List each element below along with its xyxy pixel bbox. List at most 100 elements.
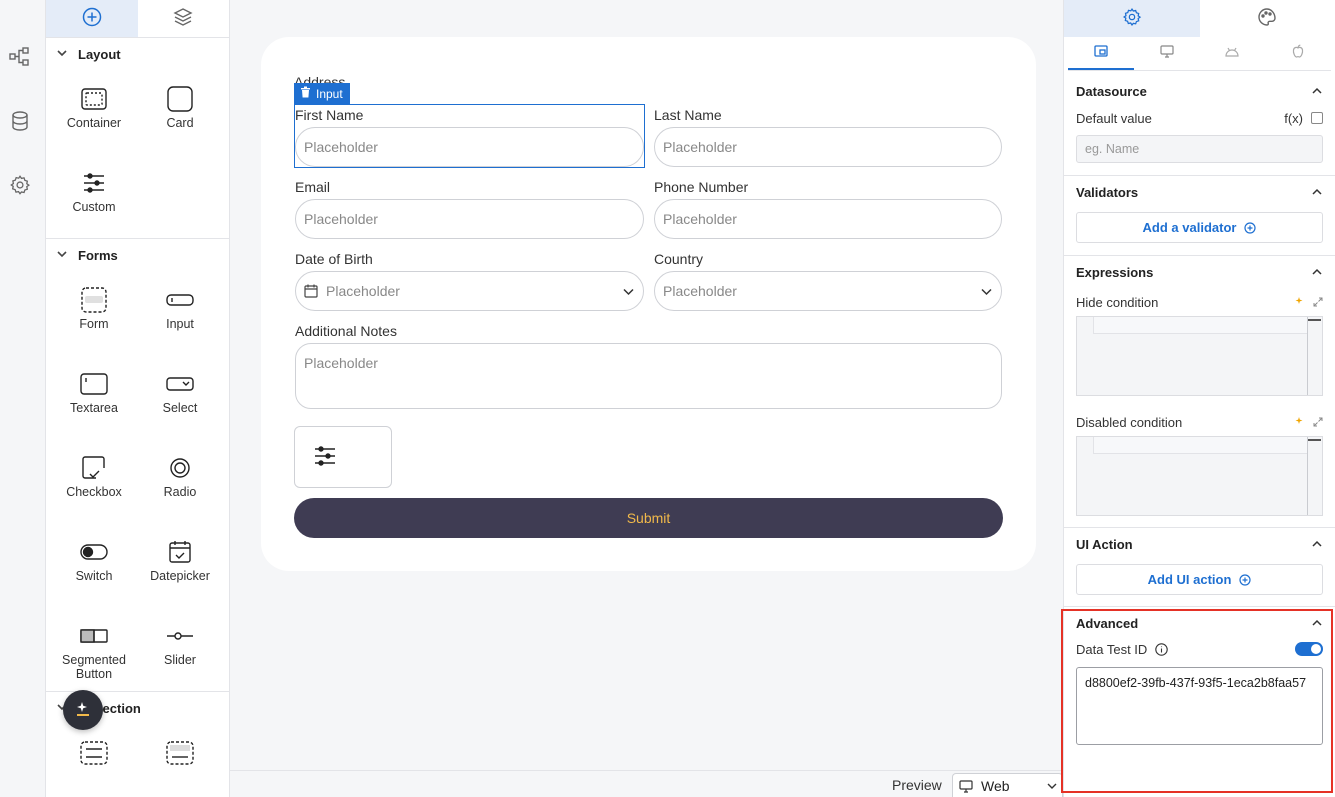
chevron-up-icon <box>1311 538 1323 550</box>
last-name-input[interactable]: Placeholder <box>654 127 1002 167</box>
component-label: Checkbox <box>66 485 122 499</box>
settings-icon[interactable] <box>8 173 32 197</box>
datasource-header[interactable]: Datasource <box>1076 75 1323 107</box>
component-label: Container <box>66 116 122 130</box>
component-radio[interactable]: Radio <box>137 439 223 523</box>
left-rail <box>0 0 46 797</box>
editor-scrollbar[interactable] <box>1307 437 1308 515</box>
component-segmented-button[interactable]: Segmented Button <box>51 607 137 691</box>
hide-condition-editor[interactable] <box>1076 316 1323 396</box>
submit-button[interactable]: Submit <box>294 498 1003 538</box>
ui-action-header[interactable]: UI Action <box>1076 528 1323 560</box>
phone-input[interactable]: Placeholder <box>654 199 1002 239</box>
platform-select[interactable]: Web <box>952 773 1063 797</box>
info-icon[interactable] <box>1155 642 1169 656</box>
expressions-header[interactable]: Expressions <box>1076 256 1323 288</box>
component-custom[interactable]: Custom <box>51 154 137 238</box>
component-label: Segmented Button <box>62 653 126 681</box>
sliders-icon <box>82 170 106 196</box>
tab-layers[interactable] <box>138 0 230 37</box>
sparkle-icon[interactable] <box>1295 297 1305 307</box>
tab-device-ios[interactable] <box>1265 37 1331 70</box>
section-forms[interactable]: Forms <box>46 239 229 271</box>
dob-datepicker[interactable]: Placeholder <box>295 271 644 311</box>
data-test-id-input[interactable]: d8800ef2-39fb-437f-93f5-1eca2b8faa57 <box>1076 667 1323 745</box>
tab-settings[interactable] <box>1064 0 1200 37</box>
section-title: UI Action <box>1076 536 1133 552</box>
tab-styles[interactable] <box>1200 0 1335 37</box>
android-icon <box>1225 45 1239 60</box>
tab-device-web[interactable] <box>1134 37 1200 70</box>
expand-icon[interactable] <box>1313 297 1323 307</box>
database-icon[interactable] <box>8 109 32 133</box>
ui-action-section: UI Action Add UI action <box>1064 528 1335 607</box>
add-validator-button[interactable]: Add a validator <box>1076 212 1323 243</box>
component-input[interactable]: Input <box>137 271 223 355</box>
editor-scrollbar[interactable] <box>1307 317 1308 395</box>
component-card[interactable]: Card <box>137 70 223 154</box>
selection-tag[interactable]: Input <box>294 83 350 104</box>
component-collection-list[interactable] <box>51 724 137 797</box>
component-container[interactable]: Container <box>51 70 137 154</box>
apple-icon <box>1292 44 1304 61</box>
section-title: Forms <box>78 247 118 263</box>
country-select[interactable]: Placeholder <box>654 271 1002 311</box>
components-tabs <box>46 0 229 38</box>
form-card[interactable]: Address Input First Name Placeholder Las… <box>261 37 1036 571</box>
advanced-header[interactable]: Advanced <box>1076 607 1323 639</box>
trash-icon[interactable] <box>300 86 311 101</box>
component-select[interactable]: Select <box>137 355 223 439</box>
device-tabs <box>1068 37 1331 71</box>
chevron-up-icon <box>1311 266 1323 278</box>
chevron-down-icon <box>1046 780 1058 792</box>
sparkle-icon <box>75 701 91 720</box>
default-value-input[interactable]: eg. Name <box>1076 135 1323 163</box>
email-input[interactable]: Placeholder <box>295 199 644 239</box>
grid-list-icon <box>166 740 194 766</box>
first-name-input[interactable]: Placeholder <box>295 127 644 167</box>
bottom-bar: Preview Web <box>230 770 1063 797</box>
component-textarea[interactable]: Textarea <box>51 355 137 439</box>
datasource-section: Datasource Default value f(x) eg. Name <box>1064 75 1335 176</box>
expressions-section: Expressions Hide condition Disabled cond… <box>1064 256 1335 528</box>
sliders-icon <box>313 445 337 470</box>
section-title: Advanced <box>1076 615 1139 631</box>
validators-section: Validators Add a validator <box>1064 176 1335 256</box>
sparkle-icon[interactable] <box>1295 417 1305 427</box>
fx-checkbox[interactable] <box>1311 112 1323 124</box>
tab-device-responsive[interactable] <box>1068 37 1134 70</box>
ai-assistant-button[interactable] <box>63 690 103 730</box>
data-test-id-label: Data Test ID <box>1076 641 1148 657</box>
flow-tree-icon[interactable] <box>8 45 32 69</box>
tab-device-android[interactable] <box>1200 37 1266 70</box>
editor-scrollbar-thumb[interactable] <box>1308 439 1321 441</box>
editor-scrollbar-thumb[interactable] <box>1308 319 1321 321</box>
component-switch[interactable]: Switch <box>51 523 137 607</box>
component-checkbox[interactable]: Checkbox <box>51 439 137 523</box>
placeholder: Placeholder <box>663 139 737 155</box>
plus-circle-icon <box>1244 221 1257 234</box>
switch-icon <box>80 539 108 565</box>
disabled-condition-editor[interactable] <box>1076 436 1323 516</box>
component-datepicker[interactable]: Datepicker <box>137 523 223 607</box>
component-label: Input <box>166 317 194 331</box>
component-label: Datepicker <box>150 569 210 583</box>
data-test-id-toggle[interactable] <box>1295 642 1323 656</box>
component-form[interactable]: Form <box>51 271 137 355</box>
design-canvas: Address Input First Name Placeholder Las… <box>230 0 1063 770</box>
expand-icon[interactable] <box>1313 417 1323 427</box>
component-slider[interactable]: Slider <box>137 607 223 691</box>
section-layout[interactable]: Layout <box>46 38 229 70</box>
section-title: Layout <box>78 46 121 62</box>
component-collection-grid[interactable] <box>137 724 223 797</box>
card-icon <box>167 86 193 112</box>
custom-component[interactable] <box>294 426 392 488</box>
placeholder: Placeholder <box>663 211 737 227</box>
placeholder: eg. Name <box>1085 142 1140 156</box>
notes-textarea[interactable]: Placeholder <box>295 343 1002 409</box>
validators-header[interactable]: Validators <box>1076 176 1323 208</box>
chevron-down-icon <box>56 47 68 62</box>
tab-add-components[interactable] <box>46 0 138 37</box>
add-ui-action-button[interactable]: Add UI action <box>1076 564 1323 595</box>
add-ui-action-label: Add UI action <box>1147 572 1232 587</box>
